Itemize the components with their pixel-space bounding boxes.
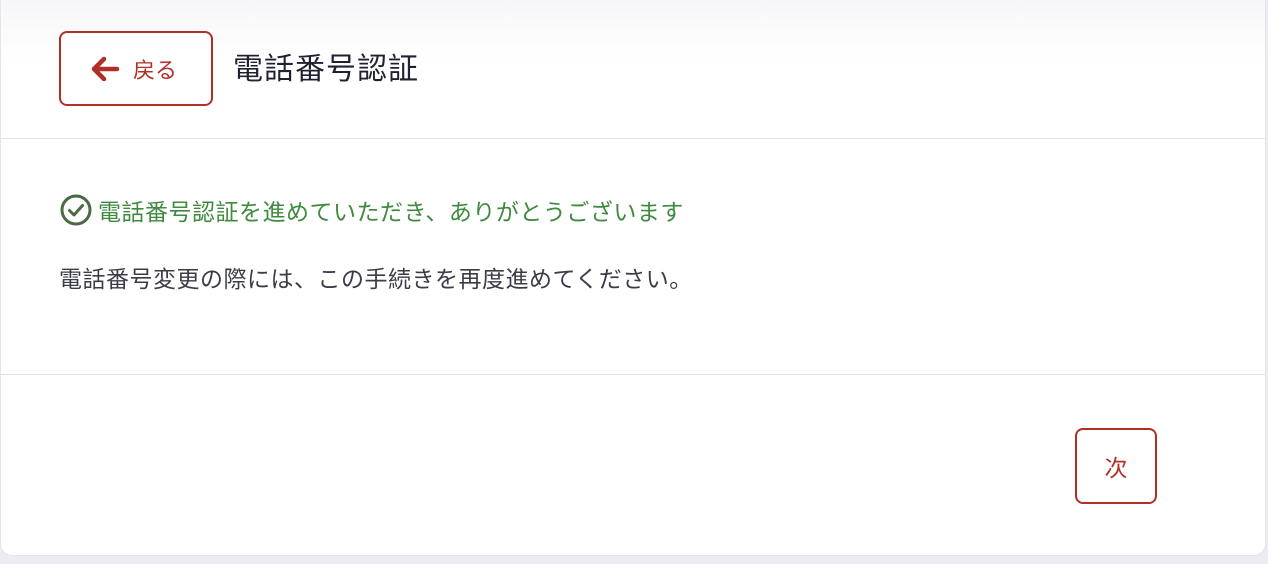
back-button[interactable]: 戻る (59, 31, 213, 106)
success-message: 電話番号認証を進めていただき、ありがとうございます (98, 200, 684, 226)
card-body: 電話番号認証を進めていただき、ありがとうございます 電話番号変更の際には、この手… (1, 140, 1265, 375)
page-title: 電話番号認証 (233, 52, 419, 87)
arrow-left-icon (87, 52, 121, 86)
verification-card: 戻る 電話番号認証 電話番号認証を進めていただき、ありがとうございます 電話番号… (0, 0, 1266, 556)
info-message: 電話番号変更の際には、この手続きを再度進めてください。 (59, 267, 693, 293)
card-footer: 次 (1, 376, 1265, 555)
back-button-label: 戻る (133, 58, 178, 84)
card-header: 戻る 電話番号認証 (1, 0, 1265, 139)
next-button[interactable]: 次 (1075, 428, 1157, 504)
check-circle-icon (59, 193, 93, 227)
success-message-row: 電話番号認証を進めていただき、ありがとうございます (59, 193, 684, 227)
